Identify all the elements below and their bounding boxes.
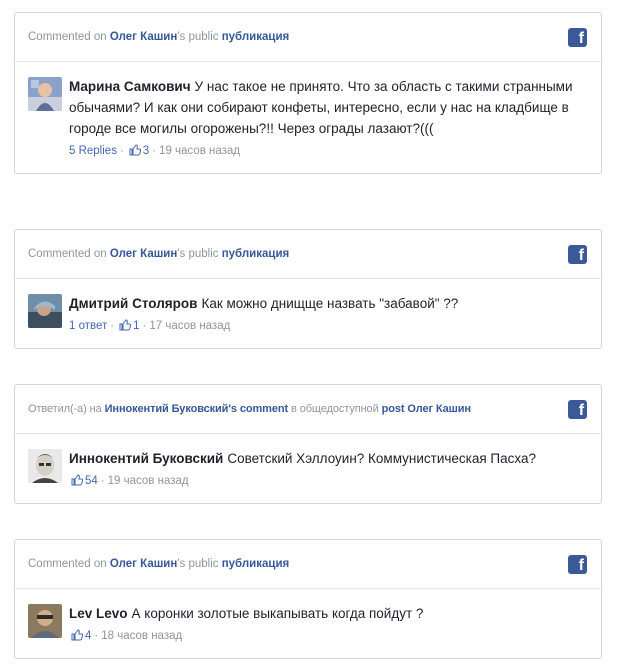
author-name[interactable]: Иннокентий Буковский bbox=[69, 451, 223, 466]
header-prefix: Commented on bbox=[28, 248, 107, 260]
header-middle: 's public bbox=[177, 31, 219, 43]
avatar[interactable] bbox=[28, 604, 62, 638]
comment-card: Commented on Олег Кашин's public публика… bbox=[14, 12, 602, 174]
page-owner-link[interactable]: Олег Кашин bbox=[407, 403, 471, 415]
card-header: Commented on Олег Кашин's public публика… bbox=[15, 13, 601, 62]
timestamp[interactable]: 19 часов назад bbox=[159, 145, 240, 157]
avatar[interactable] bbox=[28, 449, 62, 483]
like-count[interactable]: 54 bbox=[85, 475, 98, 487]
facebook-icon[interactable]: f bbox=[568, 400, 587, 419]
page-owner-link[interactable]: Олег Кашин bbox=[110, 248, 177, 260]
comment-link[interactable]: Иннокентий Буковский's comment bbox=[105, 403, 289, 415]
like-count[interactable]: 3 bbox=[143, 145, 149, 157]
comment-card: Commented on Олег Кашин's public публика… bbox=[14, 229, 602, 349]
post-link[interactable]: post bbox=[382, 403, 405, 415]
comment-card: Ответил(-а) на Иннокентий Буковский's co… bbox=[14, 384, 602, 504]
avatar-image bbox=[28, 449, 62, 483]
header-prefix: Commented on bbox=[28, 31, 107, 43]
header-middle: 's public bbox=[177, 558, 219, 570]
facebook-icon[interactable]: f bbox=[568, 28, 587, 47]
comment-text: Советский Хэллоуин? Коммунистическая Пас… bbox=[227, 451, 536, 466]
post-link[interactable]: публикация bbox=[222, 31, 290, 43]
replies-link[interactable]: 1 ответ bbox=[69, 320, 107, 332]
thumbs-up-icon[interactable] bbox=[119, 319, 132, 336]
facebook-icon[interactable]: f bbox=[568, 245, 587, 264]
facebook-icon[interactable]: f bbox=[568, 555, 587, 574]
comment-meta: 54 · 19 часов назад bbox=[69, 473, 587, 491]
header-prefix: Ответил(-а) на bbox=[28, 403, 102, 415]
comment-body: Марина Самкович У нас такое не принято. Ч… bbox=[15, 62, 601, 173]
page-owner-link[interactable]: Олег Кашин bbox=[110, 31, 177, 43]
comment-meta: 4 · 18 часов назад bbox=[69, 628, 587, 646]
card-header: Commented on Олег Кашин's public публика… bbox=[15, 230, 601, 279]
author-name[interactable]: Марина Самкович bbox=[69, 79, 191, 94]
avatar[interactable] bbox=[28, 294, 62, 328]
post-link[interactable]: публикация bbox=[222, 248, 290, 260]
comment-body: Lev Levo А коронки золотые выкапывать ког… bbox=[15, 589, 601, 658]
card-header: Ответил(-а) на Иннокентий Буковский's co… bbox=[15, 385, 601, 434]
timestamp[interactable]: 19 часов назад bbox=[108, 475, 189, 487]
thumbs-up-icon[interactable] bbox=[71, 474, 84, 491]
comment-meta: 5 Replies · 3 · 19 часов назад bbox=[69, 143, 587, 161]
thumbs-up-icon[interactable] bbox=[71, 629, 84, 646]
avatar[interactable] bbox=[28, 77, 62, 111]
comment-text: Как можно днищще назвать "забавой" ?? bbox=[201, 296, 459, 311]
replies-link[interactable]: 5 Replies bbox=[69, 145, 117, 157]
timestamp[interactable]: 17 часов назад bbox=[149, 320, 230, 332]
avatar-image bbox=[28, 77, 62, 111]
timestamp[interactable]: 18 часов назад bbox=[101, 630, 182, 642]
comment-meta: 1 ответ · 1 · 17 часов назад bbox=[69, 318, 587, 336]
page-owner-link[interactable]: Олег Кашин bbox=[110, 558, 177, 570]
like-count[interactable]: 1 bbox=[133, 320, 139, 332]
author-name[interactable]: Дмитрий Столяров bbox=[69, 296, 197, 311]
header-prefix: Commented on bbox=[28, 558, 107, 570]
header-middle: в общедоступной bbox=[291, 403, 379, 415]
comment-text: А коронки золотые выкапывать когда пойду… bbox=[131, 606, 424, 621]
comment-body: Дмитрий Столяров Как можно днищще назвать… bbox=[15, 279, 601, 348]
avatar-image bbox=[28, 294, 62, 328]
like-count[interactable]: 4 bbox=[85, 630, 91, 642]
card-header: Commented on Олег Кашин's public публика… bbox=[15, 540, 601, 589]
comment-card: Commented on Олег Кашин's public публика… bbox=[14, 539, 602, 659]
header-middle: 's public bbox=[177, 248, 219, 260]
thumbs-up-icon[interactable] bbox=[129, 144, 141, 161]
avatar-image bbox=[28, 604, 62, 638]
author-name[interactable]: Lev Levo bbox=[69, 606, 128, 621]
post-link[interactable]: публикация bbox=[222, 558, 290, 570]
comment-body: Иннокентий Буковский Советский Хэллоуин? … bbox=[15, 434, 601, 503]
